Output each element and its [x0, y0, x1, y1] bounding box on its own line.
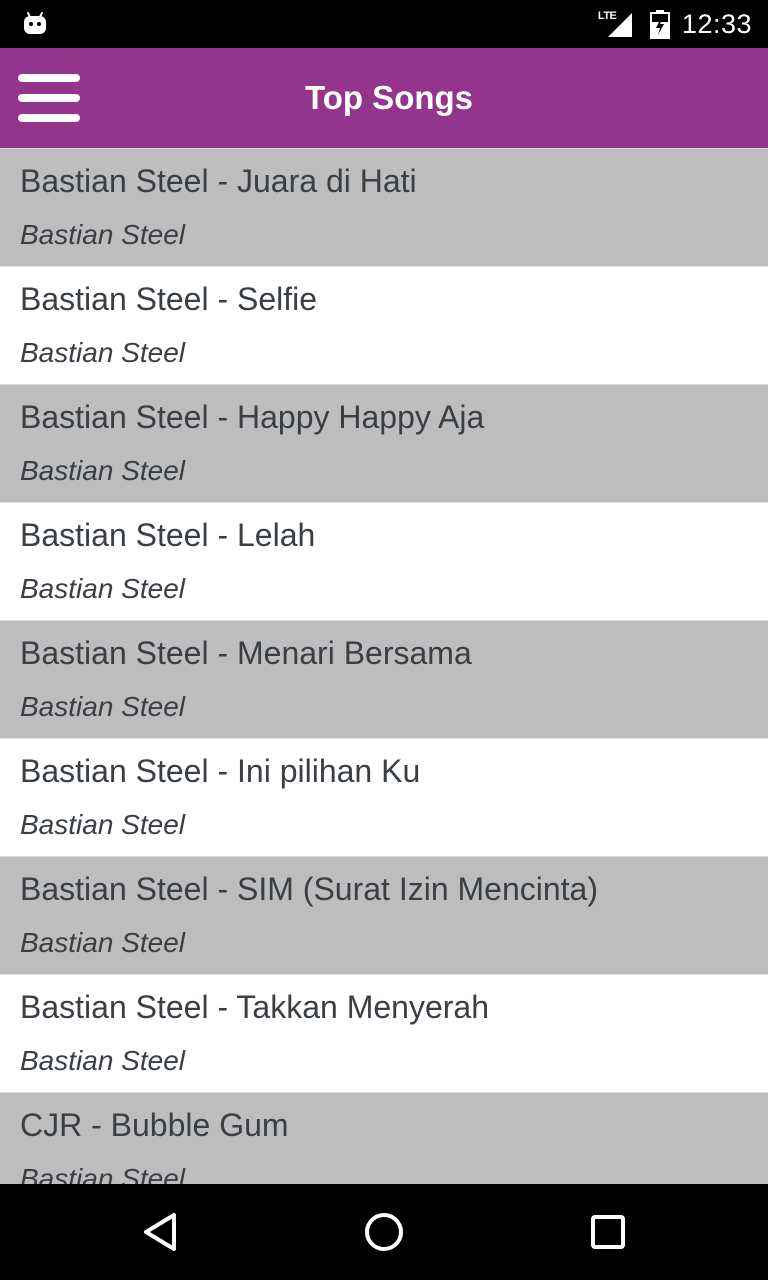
song-artist: Bastian Steel [20, 1163, 185, 1184]
battery-icon [649, 10, 670, 39]
status-clock: 12:33 [681, 8, 752, 39]
app-bar: Top Songs [0, 48, 768, 148]
song-artist: Bastian Steel [20, 927, 185, 958]
song-title: Bastian Steel - SIM (Surat Izin Mencinta… [20, 871, 598, 907]
song-artist: Bastian Steel [20, 809, 185, 840]
song-artist: Bastian Steel [20, 691, 185, 722]
menu-bar-line [18, 74, 80, 82]
song-artist: Bastian Steel [20, 1045, 185, 1076]
song-title: Bastian Steel - Takkan Menyerah [20, 989, 489, 1025]
android-icon [24, 12, 46, 34]
song-list-item[interactable]: Bastian Steel - Takkan Menyerah Bastian … [0, 974, 768, 1092]
page-title: Top Songs [304, 79, 474, 116]
recents-square-icon[interactable] [578, 1202, 638, 1262]
song-artist: Bastian Steel [20, 455, 185, 486]
status-icons: LTE 12:33 [598, 0, 752, 48]
song-list-item[interactable]: Bastian Steel - Selfie Bastian Steel [0, 266, 768, 384]
song-list-item[interactable]: CJR - Bubble Gum Bastian Steel [0, 1092, 768, 1184]
song-list-item[interactable]: Bastian Steel - Menari Bersama Bastian S… [0, 620, 768, 738]
song-title: Bastian Steel - Lelah [20, 517, 316, 553]
back-triangle-icon[interactable] [130, 1202, 190, 1262]
signal-icon: LTE [598, 9, 636, 39]
song-list[interactable]: Bastian Steel - Juara di Hati Bastian St… [0, 148, 768, 1184]
song-list-item[interactable]: Bastian Steel - SIM (Surat Izin Mencinta… [0, 856, 768, 974]
song-title: Bastian Steel - Juara di Hati [20, 163, 417, 199]
hamburger-menu-icon[interactable] [12, 68, 88, 128]
song-list-item[interactable]: Bastian Steel - Lelah Bastian Steel [0, 502, 768, 620]
song-list-item[interactable]: Bastian Steel - Juara di Hati Bastian St… [0, 148, 768, 266]
song-title: Bastian Steel - Selfie [20, 281, 318, 317]
song-title: Bastian Steel - Happy Happy Aja [20, 399, 485, 435]
song-list-item[interactable]: Bastian Steel - Ini pilihan Ku Bastian S… [0, 738, 768, 856]
status-bar: LTE 12:33 [0, 0, 768, 48]
system-nav-bar [0, 1184, 768, 1280]
song-title: Bastian Steel - Ini pilihan Ku [20, 753, 421, 789]
song-artist: Bastian Steel [20, 573, 185, 604]
screen: LTE 12:33 Top Songs Bastian Steel - Juar… [0, 0, 768, 1280]
song-artist: Bastian Steel [20, 337, 185, 368]
home-circle-icon[interactable] [354, 1202, 414, 1262]
song-artist: Bastian Steel [20, 219, 185, 250]
song-title: CJR - Bubble Gum [20, 1107, 289, 1143]
song-title: Bastian Steel - Menari Bersama [20, 635, 472, 671]
menu-bar-line [18, 114, 80, 122]
menu-bar-line [18, 94, 80, 102]
song-list-item[interactable]: Bastian Steel - Happy Happy Aja Bastian … [0, 384, 768, 502]
